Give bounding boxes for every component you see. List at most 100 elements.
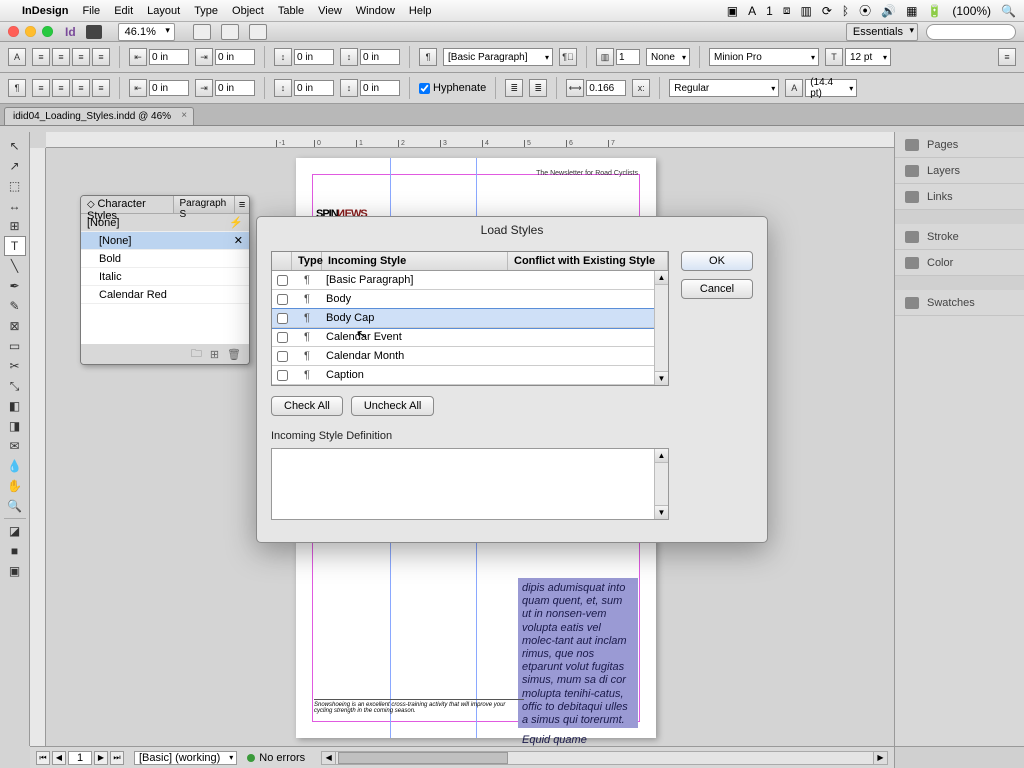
baseline-dropdown[interactable]: None bbox=[646, 48, 690, 66]
row-checkbox[interactable] bbox=[277, 351, 288, 362]
uncheck-all-button[interactable]: Uncheck All bbox=[351, 396, 434, 416]
row-checkbox[interactable] bbox=[277, 332, 288, 343]
justify-last-center-button[interactable]: ≡ bbox=[72, 79, 90, 97]
cancel-button[interactable]: Cancel bbox=[681, 279, 753, 299]
free-transform-tool[interactable]: ⤡ bbox=[4, 376, 26, 396]
align-center-button[interactable]: ≡ bbox=[52, 48, 70, 66]
justify-last-left-button[interactable]: ≡ bbox=[52, 79, 70, 97]
note-tool[interactable]: ✉ bbox=[4, 436, 26, 456]
row-checkbox[interactable] bbox=[277, 313, 288, 324]
bridge-icon[interactable] bbox=[86, 25, 102, 39]
line-tool[interactable]: ╲ bbox=[4, 256, 26, 276]
document-tab[interactable]: idid04_Loading_Styles.indd @ 46% bbox=[4, 107, 194, 125]
font-style-dropdown[interactable]: Regular bbox=[669, 79, 779, 97]
clear-style-icon[interactable]: ⚡ bbox=[229, 216, 243, 229]
para-styles-tab[interactable]: Paragraph S bbox=[174, 196, 236, 213]
ok-button[interactable]: OK bbox=[681, 251, 753, 271]
zoom-window-button[interactable] bbox=[42, 26, 53, 37]
scroll-right-button[interactable]: ▶ bbox=[873, 752, 887, 764]
gradient-swatch-tool[interactable]: ◧ bbox=[4, 396, 26, 416]
grid-before-field[interactable] bbox=[294, 80, 334, 96]
panel-links[interactable]: Links bbox=[895, 184, 1024, 210]
def-scroll-down[interactable]: ▼ bbox=[655, 505, 668, 519]
paragraph-style-dropdown[interactable]: [Basic Paragraph] bbox=[443, 48, 553, 66]
align-left-button[interactable]: ≡ bbox=[32, 48, 50, 66]
panel-menu-icon[interactable]: ≡ bbox=[998, 48, 1016, 66]
style-row[interactable]: ¶ Body Cap bbox=[272, 309, 668, 328]
rectangle-tool[interactable]: ▭ bbox=[4, 336, 26, 356]
new-style-icon[interactable]: ⊞ bbox=[210, 348, 219, 361]
style-row[interactable]: ¶ Body bbox=[272, 290, 668, 309]
last-line-field[interactable] bbox=[215, 80, 255, 96]
zoom-tool[interactable]: 🔍 bbox=[4, 496, 26, 516]
table-scrollbar[interactable]: ▲ ▼ bbox=[654, 271, 668, 385]
spotlight-icon[interactable]: 🔍 bbox=[1001, 4, 1016, 18]
scissors-tool[interactable]: ✂ bbox=[4, 356, 26, 376]
style-row[interactable]: ¶ Calendar Event bbox=[272, 328, 668, 347]
view-options-icon[interactable] bbox=[193, 24, 211, 40]
space-after-field[interactable] bbox=[360, 49, 400, 65]
minimize-window-button[interactable] bbox=[25, 26, 36, 37]
volume-icon[interactable]: 🔊 bbox=[881, 4, 896, 18]
next-page-button[interactable]: ▶ bbox=[94, 751, 108, 765]
baseline-grid-on-icon[interactable]: ≣ bbox=[505, 79, 523, 97]
align-right-button[interactable]: ≡ bbox=[72, 48, 90, 66]
align-justify-button[interactable]: ≡ bbox=[92, 48, 110, 66]
definition-scrollbar[interactable]: ▲ ▼ bbox=[654, 449, 668, 519]
char-styles-tab[interactable]: ◇ Character Styles bbox=[81, 196, 174, 213]
tracking-field[interactable] bbox=[586, 80, 626, 96]
menu-object[interactable]: Object bbox=[232, 5, 264, 17]
font-size-dropdown[interactable]: 12 pt bbox=[845, 48, 891, 66]
character-styles-panel[interactable]: ◇ Character Styles Paragraph S ≡ [None]⚡… bbox=[80, 195, 250, 365]
style-item-none[interactable]: [None]✕ bbox=[81, 232, 249, 250]
panel-swatches[interactable]: Swatches bbox=[895, 290, 1024, 316]
apply-color-button[interactable]: ■ bbox=[4, 541, 26, 561]
master-dropdown[interactable]: [Basic] (working) bbox=[134, 751, 237, 765]
def-scroll-up[interactable]: ▲ bbox=[655, 449, 668, 463]
panel-color[interactable]: Color bbox=[895, 250, 1024, 276]
baseline-grid-off-icon[interactable]: ≣ bbox=[529, 79, 547, 97]
new-folder-icon[interactable]: 🗀 bbox=[191, 345, 202, 364]
close-window-button[interactable] bbox=[8, 26, 19, 37]
panel-stroke[interactable]: Stroke bbox=[895, 224, 1024, 250]
style-row[interactable]: ¶ [Basic Paragraph] bbox=[272, 271, 668, 290]
pencil-tool[interactable]: ✎ bbox=[4, 296, 26, 316]
col-type[interactable]: Type bbox=[292, 252, 322, 270]
indent-right-field[interactable] bbox=[215, 49, 255, 65]
hyphenate-checkbox[interactable]: Hyphenate bbox=[419, 82, 486, 94]
scroll-left-button[interactable]: ◀ bbox=[322, 752, 336, 764]
arrange-icon[interactable] bbox=[249, 24, 267, 40]
style-item-bold[interactable]: Bold bbox=[81, 250, 249, 268]
menu-table[interactable]: Table bbox=[278, 5, 304, 17]
menu-window[interactable]: Window bbox=[356, 5, 395, 17]
type-tool[interactable]: T bbox=[4, 236, 26, 256]
prev-page-button[interactable]: ◀ bbox=[52, 751, 66, 765]
style-item-italic[interactable]: Italic bbox=[81, 268, 249, 286]
dropbox-icon[interactable]: ⧈ bbox=[783, 3, 791, 18]
menu-help[interactable]: Help bbox=[409, 5, 432, 17]
scroll-thumb[interactable] bbox=[338, 752, 507, 764]
justify-all-button[interactable]: ≡ bbox=[32, 79, 50, 97]
content-collector-tool[interactable]: ⊞ bbox=[4, 216, 26, 236]
grid-after-field[interactable] bbox=[360, 80, 400, 96]
columns-field[interactable] bbox=[616, 49, 640, 65]
menu-edit[interactable]: Edit bbox=[114, 5, 133, 17]
check-all-button[interactable]: Check All bbox=[271, 396, 343, 416]
rectangle-frame-tool[interactable]: ⊠ bbox=[4, 316, 26, 336]
pen-tool[interactable]: ✒ bbox=[4, 276, 26, 296]
style-item-calendar-red[interactable]: Calendar Red bbox=[81, 286, 249, 304]
kerning-icon[interactable]: x: bbox=[632, 79, 650, 97]
h-scrollbar[interactable]: ◀ ▶ bbox=[321, 751, 888, 765]
first-page-button[interactable]: ⏮ bbox=[36, 751, 50, 765]
scroll-up-button[interactable]: ▲ bbox=[655, 271, 668, 285]
last-page-button[interactable]: ⏭ bbox=[110, 751, 124, 765]
font-family-dropdown[interactable]: Minion Pro bbox=[709, 48, 819, 66]
selection-tool[interactable]: ↖ bbox=[4, 136, 26, 156]
panel-layers[interactable]: Layers bbox=[895, 158, 1024, 184]
row-checkbox[interactable] bbox=[277, 294, 288, 305]
clear-overrides-button[interactable]: ¶⃠ bbox=[559, 48, 577, 66]
page-tool[interactable]: ⬚ bbox=[4, 176, 26, 196]
panel-flyout-icon[interactable]: ≡ bbox=[235, 196, 249, 213]
current-page-field[interactable]: 1 bbox=[68, 751, 92, 765]
gradient-feather-tool[interactable]: ◨ bbox=[4, 416, 26, 436]
